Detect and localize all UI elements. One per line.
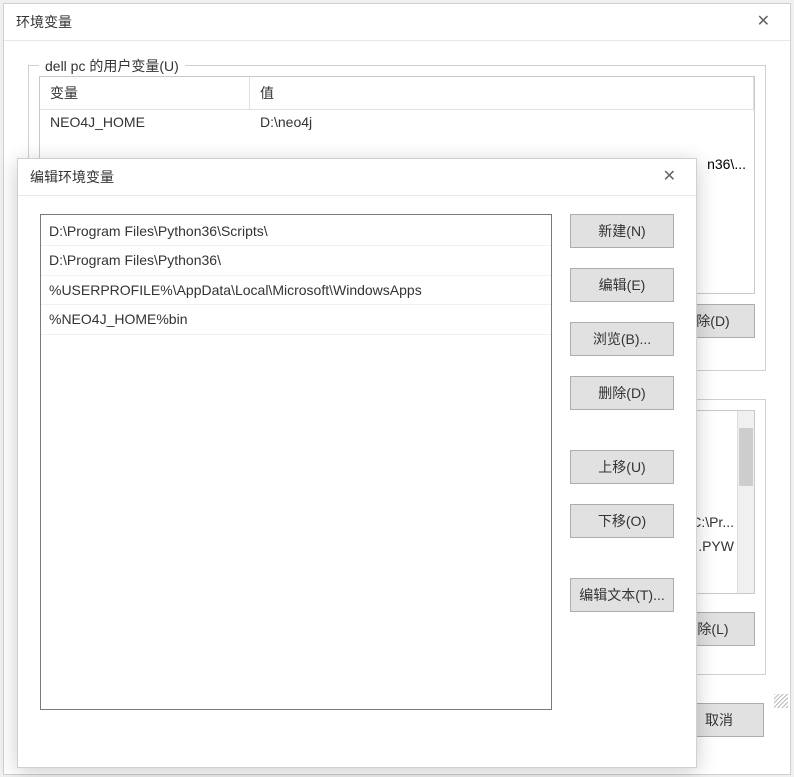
edit-dialog-title: 编辑环境变量 (30, 167, 114, 187)
column-variable-value[interactable]: 值 (250, 77, 754, 109)
close-icon[interactable]: ✕ (655, 169, 684, 185)
env-dialog-title: 环境变量 (16, 12, 72, 32)
close-icon[interactable]: ✕ (749, 14, 778, 30)
env-title-bar: 环境变量 ✕ (4, 4, 790, 41)
edit-dialog-body: D:\Program Files\Python36\Scripts\ D:\Pr… (18, 196, 696, 728)
delete-button[interactable]: 删除(D) (570, 376, 674, 410)
list-item[interactable]: %NEO4J_HOME%bin (41, 305, 551, 334)
var-name-cell: NEO4J_HOME (40, 110, 250, 134)
var-value-cell: D:\neo4j (250, 110, 754, 134)
edit-button[interactable]: 编辑(E) (570, 268, 674, 302)
table-row[interactable]: NEO4J_HOME D:\neo4j (40, 110, 754, 134)
move-up-button[interactable]: 上移(U) (570, 450, 674, 484)
browse-button[interactable]: 浏览(B)... (570, 322, 674, 356)
move-down-button[interactable]: 下移(O) (570, 504, 674, 538)
user-table-header: 变量 值 (40, 77, 754, 110)
partial-value-cell: n36\... (707, 156, 746, 172)
path-listbox[interactable]: D:\Program Files\Python36\Scripts\ D:\Pr… (40, 214, 552, 710)
edit-text-button[interactable]: 编辑文本(T)... (570, 578, 674, 612)
scrollbar[interactable] (737, 411, 754, 593)
edit-title-bar: 编辑环境变量 ✕ (18, 159, 696, 196)
user-variables-group-title: dell pc 的用户变量(U) (39, 56, 185, 76)
sys-line-1: C:\Pr... (691, 514, 734, 530)
scrollbar-thumb[interactable] (739, 428, 753, 486)
edit-buttons-column: 新建(N) 编辑(E) 浏览(B)... 删除(D) 上移(U) 下移(O) 编… (570, 214, 674, 710)
list-item[interactable]: D:\Program Files\Python36\Scripts\ (41, 217, 551, 246)
list-item[interactable]: D:\Program Files\Python36\ (41, 246, 551, 275)
edit-environment-variable-dialog: 编辑环境变量 ✕ D:\Program Files\Python36\Scrip… (17, 158, 697, 768)
column-variable-name[interactable]: 变量 (40, 77, 250, 109)
list-item[interactable]: %USERPROFILE%\AppData\Local\Microsoft\Wi… (41, 276, 551, 305)
new-button[interactable]: 新建(N) (570, 214, 674, 248)
